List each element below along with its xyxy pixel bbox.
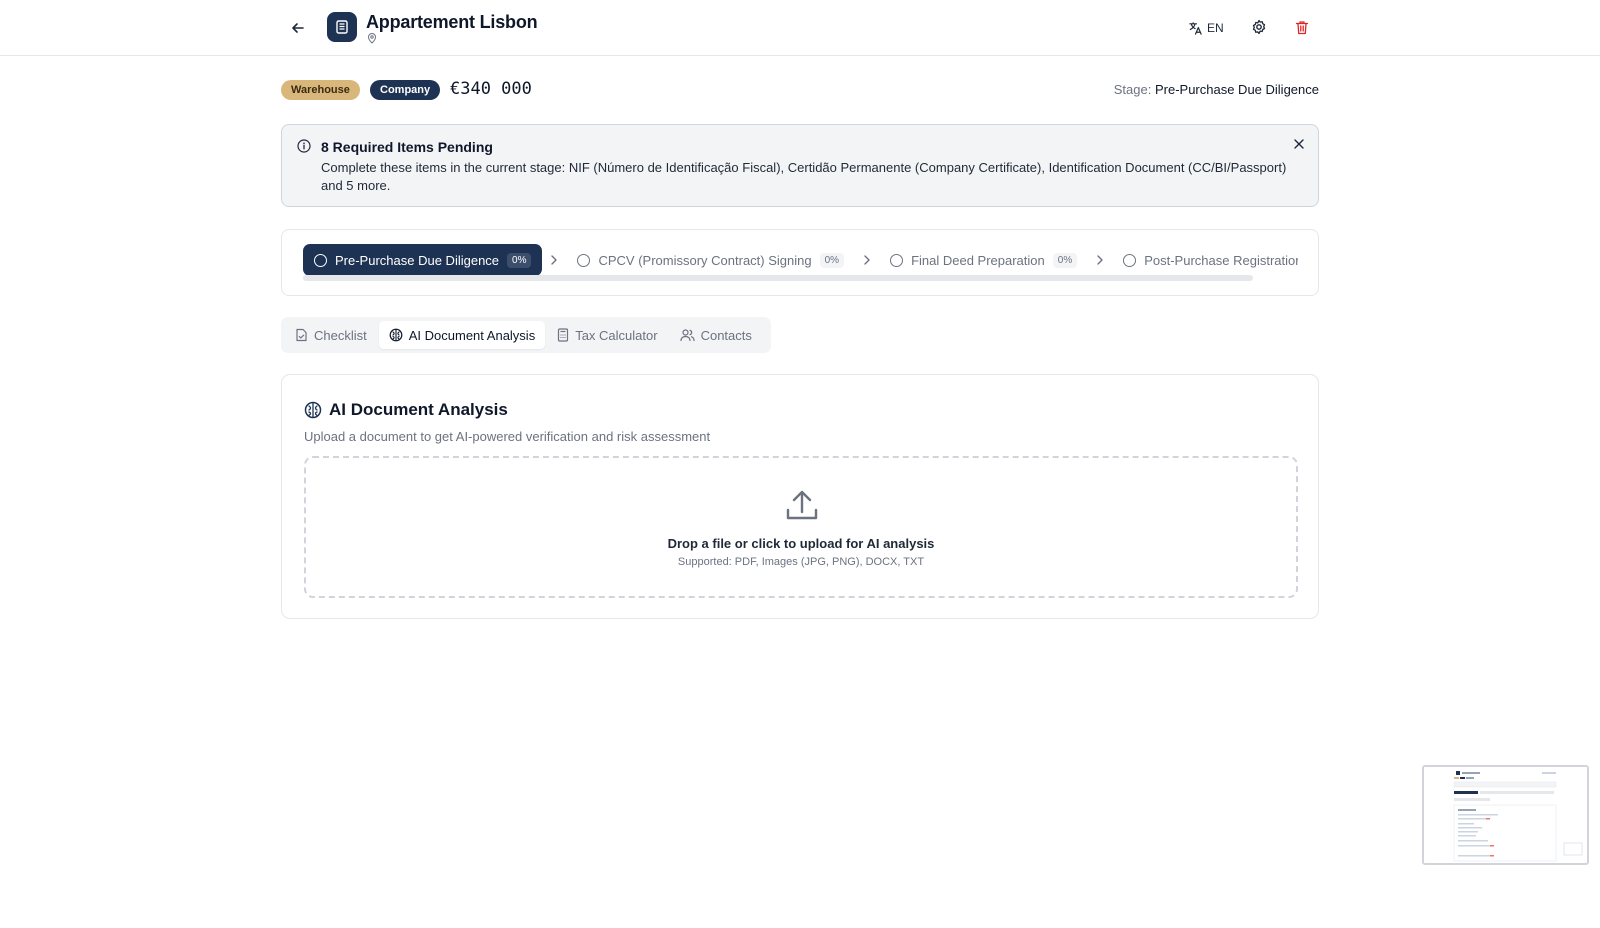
stage-step-final-deed[interactable]: Final Deed Preparation 0% xyxy=(879,244,1088,276)
tab-tax-calculator[interactable]: Tax Calculator xyxy=(547,321,667,349)
settings-button[interactable] xyxy=(1249,17,1269,37)
ai-analysis-card: AI Document Analysis Upload a document t… xyxy=(281,374,1319,619)
stage-step-progress: 0% xyxy=(1052,252,1078,268)
stage-label: Stage: xyxy=(1113,82,1152,97)
stage-step-progress: 0% xyxy=(819,252,845,268)
tab-label: Contacts xyxy=(700,327,752,343)
stage-step-progress: 0% xyxy=(507,252,532,268)
gear-icon xyxy=(1252,19,1266,35)
stage-step-label: Final Deed Preparation xyxy=(911,252,1045,268)
brain-icon xyxy=(389,328,403,342)
tab-checklist[interactable]: Checklist xyxy=(285,321,377,349)
info-icon xyxy=(297,139,311,153)
tab-label: AI Document Analysis xyxy=(408,327,536,343)
stage-stepper: Pre-Purchase Due Diligence 0% CPCV (Prom… xyxy=(281,229,1319,296)
stage-step-label: CPCV (Promissory Contract) Signing xyxy=(598,252,812,268)
tab-label: Tax Calculator xyxy=(575,327,658,343)
map-pin-icon xyxy=(367,33,377,44)
circle-icon xyxy=(314,253,327,267)
stage-step-label: Post-Purchase Registration xyxy=(1144,252,1298,268)
translate-icon xyxy=(1189,21,1202,35)
alert-title: 8 Required Items Pending xyxy=(321,139,493,155)
property-title: Appartement Lisbon xyxy=(366,12,538,32)
circle-icon xyxy=(577,253,591,267)
stage-step-pre-purchase[interactable]: Pre-Purchase Due Diligence 0% xyxy=(303,244,543,276)
dropzone-label: Drop a file or click to upload for AI an… xyxy=(667,536,935,551)
owner-type-badge: Company xyxy=(370,80,441,100)
property-price: €340 000 xyxy=(450,79,532,99)
tab-label: Checklist xyxy=(314,327,367,343)
stepper-scrollbar[interactable] xyxy=(303,275,1253,281)
chevron-right-icon xyxy=(546,255,562,265)
upload-icon xyxy=(786,490,818,520)
minimap-preview xyxy=(1424,767,1587,863)
stage-value: Pre-Purchase Due Diligence xyxy=(1154,82,1319,97)
tab-ai-document-analysis[interactable]: AI Document Analysis xyxy=(378,321,546,349)
language-button[interactable]: EN xyxy=(1188,17,1224,39)
card-subtitle: Upload a document to get AI-powered veri… xyxy=(304,429,711,444)
current-stage-info: Stage: Pre-Purchase Due Diligence xyxy=(1114,82,1319,97)
brain-icon xyxy=(304,401,322,419)
page-minimap[interactable] xyxy=(1422,765,1589,865)
file-check-icon xyxy=(296,328,307,342)
file-dropzone[interactable]: Drop a file or click to upload for AI an… xyxy=(304,456,1298,598)
building-icon xyxy=(336,20,348,34)
alert-message: Complete these items in the current stag… xyxy=(321,160,1287,193)
property-type-badge: Warehouse xyxy=(281,80,360,100)
circle-icon xyxy=(1123,253,1137,267)
chevron-right-icon xyxy=(1092,255,1108,265)
tab-contacts[interactable]: Contacts xyxy=(670,321,762,349)
delete-button[interactable] xyxy=(1292,17,1312,37)
circle-icon xyxy=(890,253,904,267)
close-icon xyxy=(1294,139,1304,149)
top-header: Appartement Lisbon EN xyxy=(0,0,1600,56)
alert-close-button[interactable] xyxy=(1292,137,1306,151)
language-label: EN xyxy=(1207,21,1224,35)
property-tabs: Checklist AI Document Analysis Tax Calcu… xyxy=(281,317,771,353)
trash-icon xyxy=(1295,20,1309,34)
stage-step-post-purchase[interactable]: Post-Purchase Registration 0% xyxy=(1112,244,1298,276)
chevron-right-icon xyxy=(859,255,875,265)
calculator-icon xyxy=(558,328,569,342)
stage-steps: Pre-Purchase Due Diligence 0% CPCV (Prom… xyxy=(303,244,1298,276)
supported-formats: Supported: PDF, Images (JPG, PNG), DOCX,… xyxy=(677,556,925,568)
property-logo xyxy=(327,12,357,42)
card-title: AI Document Analysis xyxy=(329,400,508,419)
stage-step-label: Pre-Purchase Due Diligence xyxy=(335,252,500,268)
arrow-left-icon xyxy=(292,23,304,33)
users-icon xyxy=(679,329,695,342)
stage-step-cpcv[interactable]: CPCV (Promissory Contract) Signing 0% xyxy=(566,244,855,276)
pending-items-alert: 8 Required Items Pending Complete these … xyxy=(281,124,1319,207)
back-button[interactable] xyxy=(286,16,310,40)
